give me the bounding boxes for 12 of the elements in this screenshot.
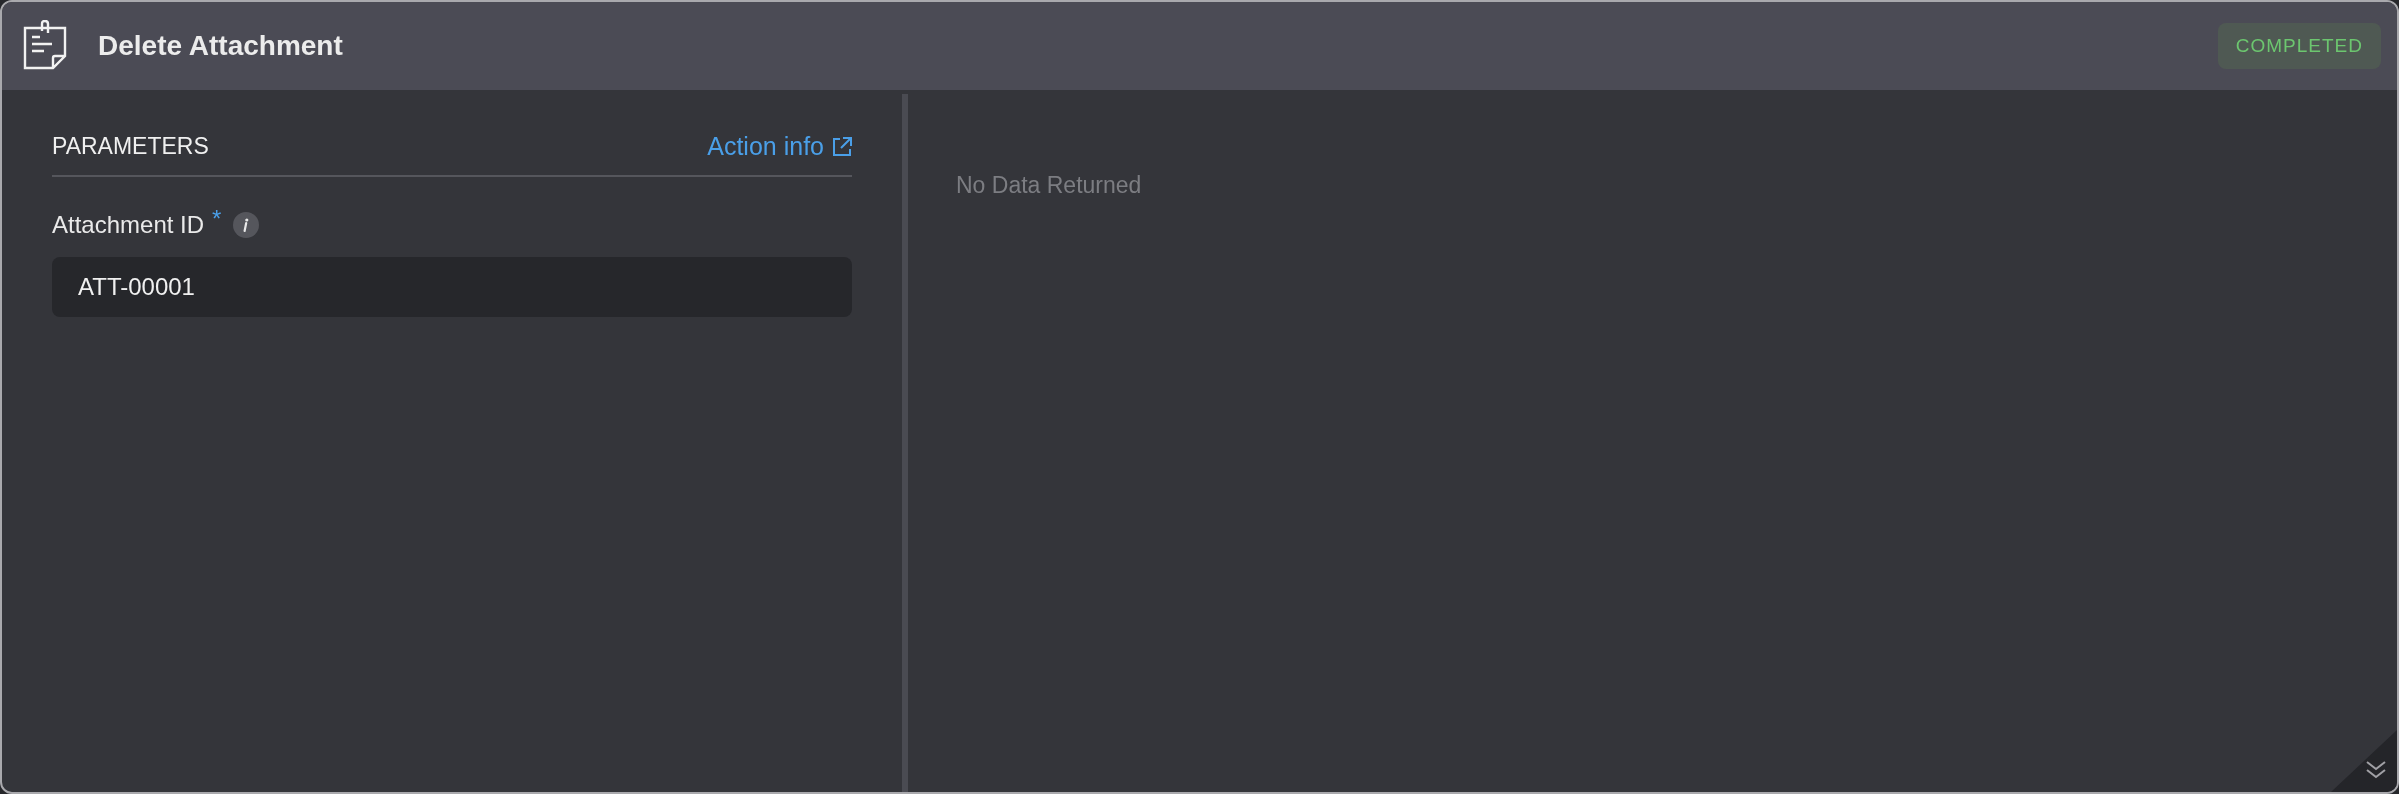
external-link-icon xyxy=(832,136,852,157)
empty-message: No Data Returned xyxy=(956,172,1143,199)
note-icon xyxy=(22,20,68,72)
info-icon[interactable] xyxy=(233,212,260,238)
double-chevron-icon[interactable] xyxy=(2365,760,2387,780)
action-info-link[interactable]: Action info xyxy=(707,132,852,161)
status-badge: COMPLETED xyxy=(2217,23,2381,69)
input-field[interactable]: ATT-00001 xyxy=(52,257,852,317)
section-heading: PARAMETERS xyxy=(52,133,209,160)
required-mark: * xyxy=(212,205,222,233)
window-title: Delete Attachment xyxy=(98,30,344,62)
field-label: Attachment ID xyxy=(52,211,205,239)
